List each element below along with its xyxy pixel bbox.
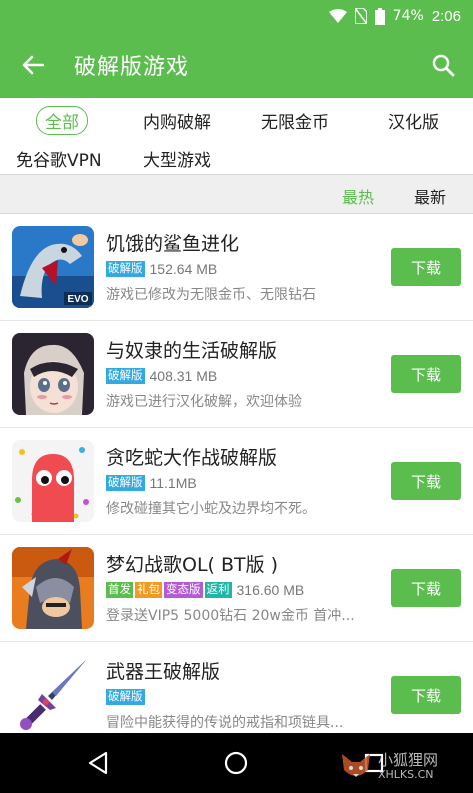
badge: 礼包 [135, 582, 162, 598]
app-meta: 破解版 [106, 687, 145, 707]
badge: 变态版 [164, 582, 203, 598]
app-size: 152.64 MB [149, 261, 218, 277]
filter-iap-cracked[interactable]: 内购破解 [143, 108, 211, 133]
list-item[interactable]: 与奴隶的生活破解版 破解版 408.31 MB 游戏已进行汉化破解，欢迎体验 下… [0, 321, 473, 428]
arrow-left-icon [22, 55, 44, 75]
search-button[interactable] [413, 32, 473, 98]
app-icon-shark: EVO [12, 226, 94, 308]
app-size: 11.1MB [149, 475, 197, 491]
filter-no-google-vpn[interactable]: 免谷歌VPN [16, 146, 102, 171]
app-description: 冒险中能获得的传说的戒指和项链具... [106, 715, 344, 731]
sort-hottest[interactable]: 最热 [342, 184, 374, 208]
app-title: 贪吃蛇大作战破解版 [106, 447, 278, 469]
watermark: 小狐狸网 XHLKS.CN [338, 744, 468, 788]
app-icon-warrior [12, 547, 94, 629]
filter-unlimited-coins[interactable]: 无限金币 [261, 108, 329, 133]
badge: 破解版 [106, 475, 145, 491]
app-icon-anime-girl [12, 333, 94, 415]
app-size: 316.60 MB [236, 582, 305, 598]
wifi-icon [328, 9, 347, 23]
app-title: 饥饿的鲨鱼进化 [106, 233, 240, 255]
list-item[interactable]: 贪吃蛇大作战破解版 破解版 11.1MB 修改碰撞其它小蛇及边界均不死。 下载 [0, 428, 473, 535]
download-button[interactable]: 下载 [391, 355, 461, 393]
list-item[interactable]: 梦幻战歌OL( BT版 ) 首发 礼包 变态版 返利 316.60 MB 登录送… [0, 535, 473, 642]
download-button[interactable]: 下载 [391, 462, 461, 500]
category-filters: 全部 内购破解 无限金币 汉化版 免谷歌VPN 大型游戏 [0, 98, 473, 174]
sort-newest[interactable]: 最新 [414, 184, 446, 208]
list-item[interactable]: EVO 饥饿的鲨鱼进化 破解版 152.64 MB 游戏已修改为无限金币、无限钻… [0, 214, 473, 321]
search-icon [432, 54, 455, 77]
app-list: EVO 饥饿的鲨鱼进化 破解版 152.64 MB 游戏已修改为无限金币、无限钻… [0, 214, 473, 749]
app-meta: 破解版 152.64 MB [106, 259, 217, 279]
page-title: 破解版游戏 [74, 55, 190, 80]
app-description: 游戏已修改为无限金币、无限钻石 [106, 287, 316, 303]
app-bar: 破解版游戏 [0, 32, 473, 98]
app-title: 梦幻战歌OL( BT版 ) [106, 554, 279, 576]
triangle-back-icon [88, 751, 108, 775]
app-meta: 破解版 408.31 MB [106, 366, 217, 386]
no-sim-icon [354, 8, 367, 24]
app-size: 408.31 MB [149, 368, 218, 384]
svg-text:EVO: EVO [67, 294, 88, 305]
app-icon-sword [12, 654, 94, 736]
sort-bar: 最热 最新 [0, 174, 473, 214]
battery-percent: 74% [392, 8, 424, 24]
download-button[interactable]: 下载 [391, 569, 461, 607]
filter-chinese-version[interactable]: 汉化版 [388, 108, 439, 133]
clock: 2:06 [431, 7, 461, 25]
app-description: 登录送VIP5 5000钻石 20w金币 首冲... [106, 608, 355, 624]
badge: 首发 [106, 582, 133, 598]
battery-icon [374, 7, 385, 25]
nav-back-button[interactable] [58, 733, 138, 793]
app-title: 武器王破解版 [106, 661, 221, 683]
filter-large-games[interactable]: 大型游戏 [143, 146, 211, 171]
circle-home-icon [224, 751, 248, 775]
app-icon-snake [12, 440, 94, 522]
app-meta: 首发 礼包 变态版 返利 316.60 MB [106, 580, 304, 600]
back-button[interactable] [0, 32, 66, 98]
app-meta: 破解版 11.1MB [106, 473, 197, 493]
app-description: 游戏已进行汉化破解，欢迎体验 [106, 394, 302, 410]
download-button[interactable]: 下载 [391, 248, 461, 286]
badge: 破解版 [106, 261, 145, 277]
fox-logo-icon [342, 754, 370, 777]
watermark-title: 小狐狸网 [378, 750, 439, 769]
badge: 破解版 [106, 689, 145, 705]
badge: 返利 [204, 582, 232, 598]
app-title: 与奴隶的生活破解版 [106, 340, 278, 362]
app-description: 修改碰撞其它小蛇及边界均不死。 [106, 501, 316, 517]
download-button[interactable]: 下载 [391, 676, 461, 714]
status-bar: 74% 2:06 [0, 0, 473, 32]
badge: 破解版 [106, 368, 145, 384]
watermark-url: XHLKS.CN [378, 767, 434, 781]
filter-all[interactable]: 全部 [36, 106, 88, 135]
nav-home-button[interactable] [196, 733, 276, 793]
